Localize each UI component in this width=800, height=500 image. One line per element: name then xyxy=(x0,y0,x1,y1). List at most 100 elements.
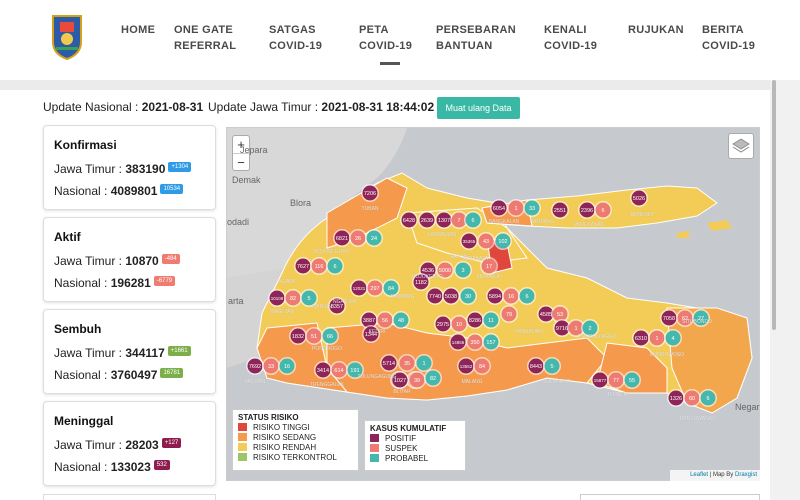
cluster-marker[interactable]: 7058 xyxy=(660,309,678,327)
cluster-marker[interactable]: 35365 xyxy=(460,232,478,250)
jatim-value: 10870 xyxy=(125,254,159,268)
cluster-count: 13552 xyxy=(460,364,473,369)
cluster-marker[interactable]: 6821 xyxy=(333,229,351,247)
cluster-marker[interactable]: 1 xyxy=(507,199,525,217)
nav-kenali-covid[interactable]: KENALI COVID-19 xyxy=(544,22,597,54)
cluster-marker[interactable]: 82 xyxy=(284,289,302,307)
cluster-marker[interactable]: 2551 xyxy=(551,201,569,219)
nav-one-gate-referral[interactable]: ONE GATE REFERRAL xyxy=(174,22,236,54)
region-label: BLITAR xyxy=(393,389,411,395)
cluster-marker[interactable]: 13552 xyxy=(457,357,475,375)
cluster-marker[interactable]: 14856 xyxy=(449,333,467,351)
cluster-marker[interactable]: 5038 xyxy=(442,287,460,305)
cluster-count: 3414 xyxy=(317,368,329,374)
cluster-marker[interactable]: 12021 xyxy=(350,279,368,297)
cluster-marker[interactable]: 16 xyxy=(502,287,520,305)
cluster-count: 60 xyxy=(689,396,695,402)
cluster-marker[interactable]: 3 xyxy=(454,261,472,279)
region-label: LUMAJANG xyxy=(543,379,570,385)
cluster-marker[interactable]: 6 xyxy=(594,201,612,219)
cluster-marker[interactable]: 30 xyxy=(459,287,477,305)
cluster-marker[interactable]: 1832 xyxy=(289,327,307,345)
cluster-marker[interactable]: 6 xyxy=(699,389,717,407)
cluster-marker[interactable]: 33 xyxy=(262,357,280,375)
cluster-marker[interactable]: 7206 xyxy=(361,184,379,202)
cluster-marker[interactable]: 102 xyxy=(494,232,512,250)
cluster-marker[interactable]: 8443 xyxy=(527,357,545,375)
cluster-marker[interactable]: 1 xyxy=(415,354,433,372)
cluster-marker[interactable]: 6 xyxy=(518,287,536,305)
cluster-marker[interactable]: 116 xyxy=(310,257,328,275)
cluster-marker[interactable]: 24 xyxy=(365,229,383,247)
cluster-marker[interactable]: 2975 xyxy=(434,315,452,333)
cluster-marker[interactable]: 5 xyxy=(543,357,561,375)
cluster-marker[interactable]: 6 xyxy=(326,257,344,275)
nav-persebaran-bantuan[interactable]: PERSEBARAN BANTUAN xyxy=(436,22,516,54)
cluster-marker[interactable]: 39 xyxy=(408,371,426,389)
cluster-marker[interactable]: 157 xyxy=(482,333,500,351)
leaflet-link[interactable]: Leaflet xyxy=(690,472,708,478)
nav-home[interactable]: HOME xyxy=(121,22,155,38)
cluster-marker[interactable]: 16 xyxy=(278,357,296,375)
cluster-marker[interactable]: 7627 xyxy=(294,257,312,275)
region-label: LAMONGAN xyxy=(428,232,457,238)
cluster-marker[interactable]: 60 xyxy=(683,389,701,407)
cluster-marker[interactable]: 7692 xyxy=(246,357,264,375)
nav-one-gate-line2: REFERRAL xyxy=(174,40,237,52)
cluster-marker[interactable]: 6428 xyxy=(400,211,418,229)
cluster-marker[interactable]: 10108 xyxy=(268,289,286,307)
cluster-marker[interactable]: 10 xyxy=(450,315,468,333)
cluster-count: 5894 xyxy=(489,294,501,300)
zoom-out-button[interactable]: − xyxy=(233,153,249,170)
draxgist-link[interactable]: Draxgist xyxy=(735,472,757,478)
cluster-marker[interactable]: 6 xyxy=(464,211,482,229)
cluster-marker[interactable]: 1326 xyxy=(667,389,685,407)
legend-cases-title: KASUS KUMULATIF xyxy=(370,424,447,433)
cluster-marker[interactable]: 6310 xyxy=(632,329,650,347)
nav-berita-covid[interactable]: BERITA COVID-19 xyxy=(702,22,755,54)
layers-button[interactable] xyxy=(728,133,754,159)
region-label: BANGKALAN xyxy=(489,219,520,225)
cluster-marker[interactable]: 11 xyxy=(482,311,500,329)
cluster-marker[interactable]: 48 xyxy=(392,311,410,329)
cluster-marker[interactable]: 3414 xyxy=(314,361,332,379)
cluster-marker[interactable]: 1 xyxy=(648,329,666,347)
cluster-marker[interactable]: 56 xyxy=(376,311,394,329)
cluster-marker[interactable]: 55 xyxy=(623,371,641,389)
cluster-marker[interactable]: 79 xyxy=(500,305,518,323)
east-java-logo[interactable] xyxy=(50,14,84,60)
cluster-marker[interactable]: 82 xyxy=(424,369,442,387)
cluster-marker[interactable]: 7740 xyxy=(426,287,444,305)
region-label: PONOROGO xyxy=(312,346,342,352)
cluster-marker[interactable]: 6054 xyxy=(490,199,508,217)
cluster-marker[interactable]: 15877 xyxy=(591,371,609,389)
nav-rujukan[interactable]: RUJUKAN xyxy=(628,22,684,38)
cluster-marker[interactable]: 614 xyxy=(330,361,348,379)
cluster-marker[interactable]: 4 xyxy=(664,329,682,347)
cluster-marker[interactable]: 5894 xyxy=(486,287,504,305)
legend-probable: PROBABEL xyxy=(370,454,460,464)
cluster-marker[interactable]: 35 xyxy=(398,354,416,372)
cluster-marker[interactable]: 297 xyxy=(366,279,384,297)
reload-data-button[interactable]: Muat ulang Data xyxy=(437,97,520,119)
cluster-marker[interactable]: 43 xyxy=(477,232,495,250)
cluster-marker[interactable]: 51 xyxy=(305,327,323,345)
cluster-marker[interactable]: 5026 xyxy=(630,189,648,207)
cluster-marker[interactable]: 5714 xyxy=(380,354,398,372)
region-label: SUMENEP xyxy=(630,212,655,218)
cluster-marker[interactable]: 33 xyxy=(523,199,541,217)
cluster-marker[interactable]: 26 xyxy=(349,229,367,247)
cluster-marker[interactable]: 84 xyxy=(473,357,491,375)
cluster-marker[interactable]: 2396 xyxy=(578,201,596,219)
cluster-marker[interactable]: 8286 xyxy=(466,311,484,329)
cluster-marker[interactable]: 66 xyxy=(321,327,339,345)
cluster-count: 350 xyxy=(470,340,479,346)
cluster-marker[interactable]: 2639 xyxy=(418,211,436,229)
nav-peta-covid[interactable]: PETA COVID-19 xyxy=(359,22,412,54)
cluster-marker[interactable]: 350 xyxy=(466,333,484,351)
cluster-marker[interactable]: 77 xyxy=(607,371,625,389)
scrollbar-thumb[interactable] xyxy=(772,80,776,330)
nav-satgas-covid[interactable]: SATGAS COVID-19 xyxy=(269,22,322,54)
region-label: BANYUWANGI xyxy=(680,416,714,422)
cluster-count: 157 xyxy=(486,340,495,346)
